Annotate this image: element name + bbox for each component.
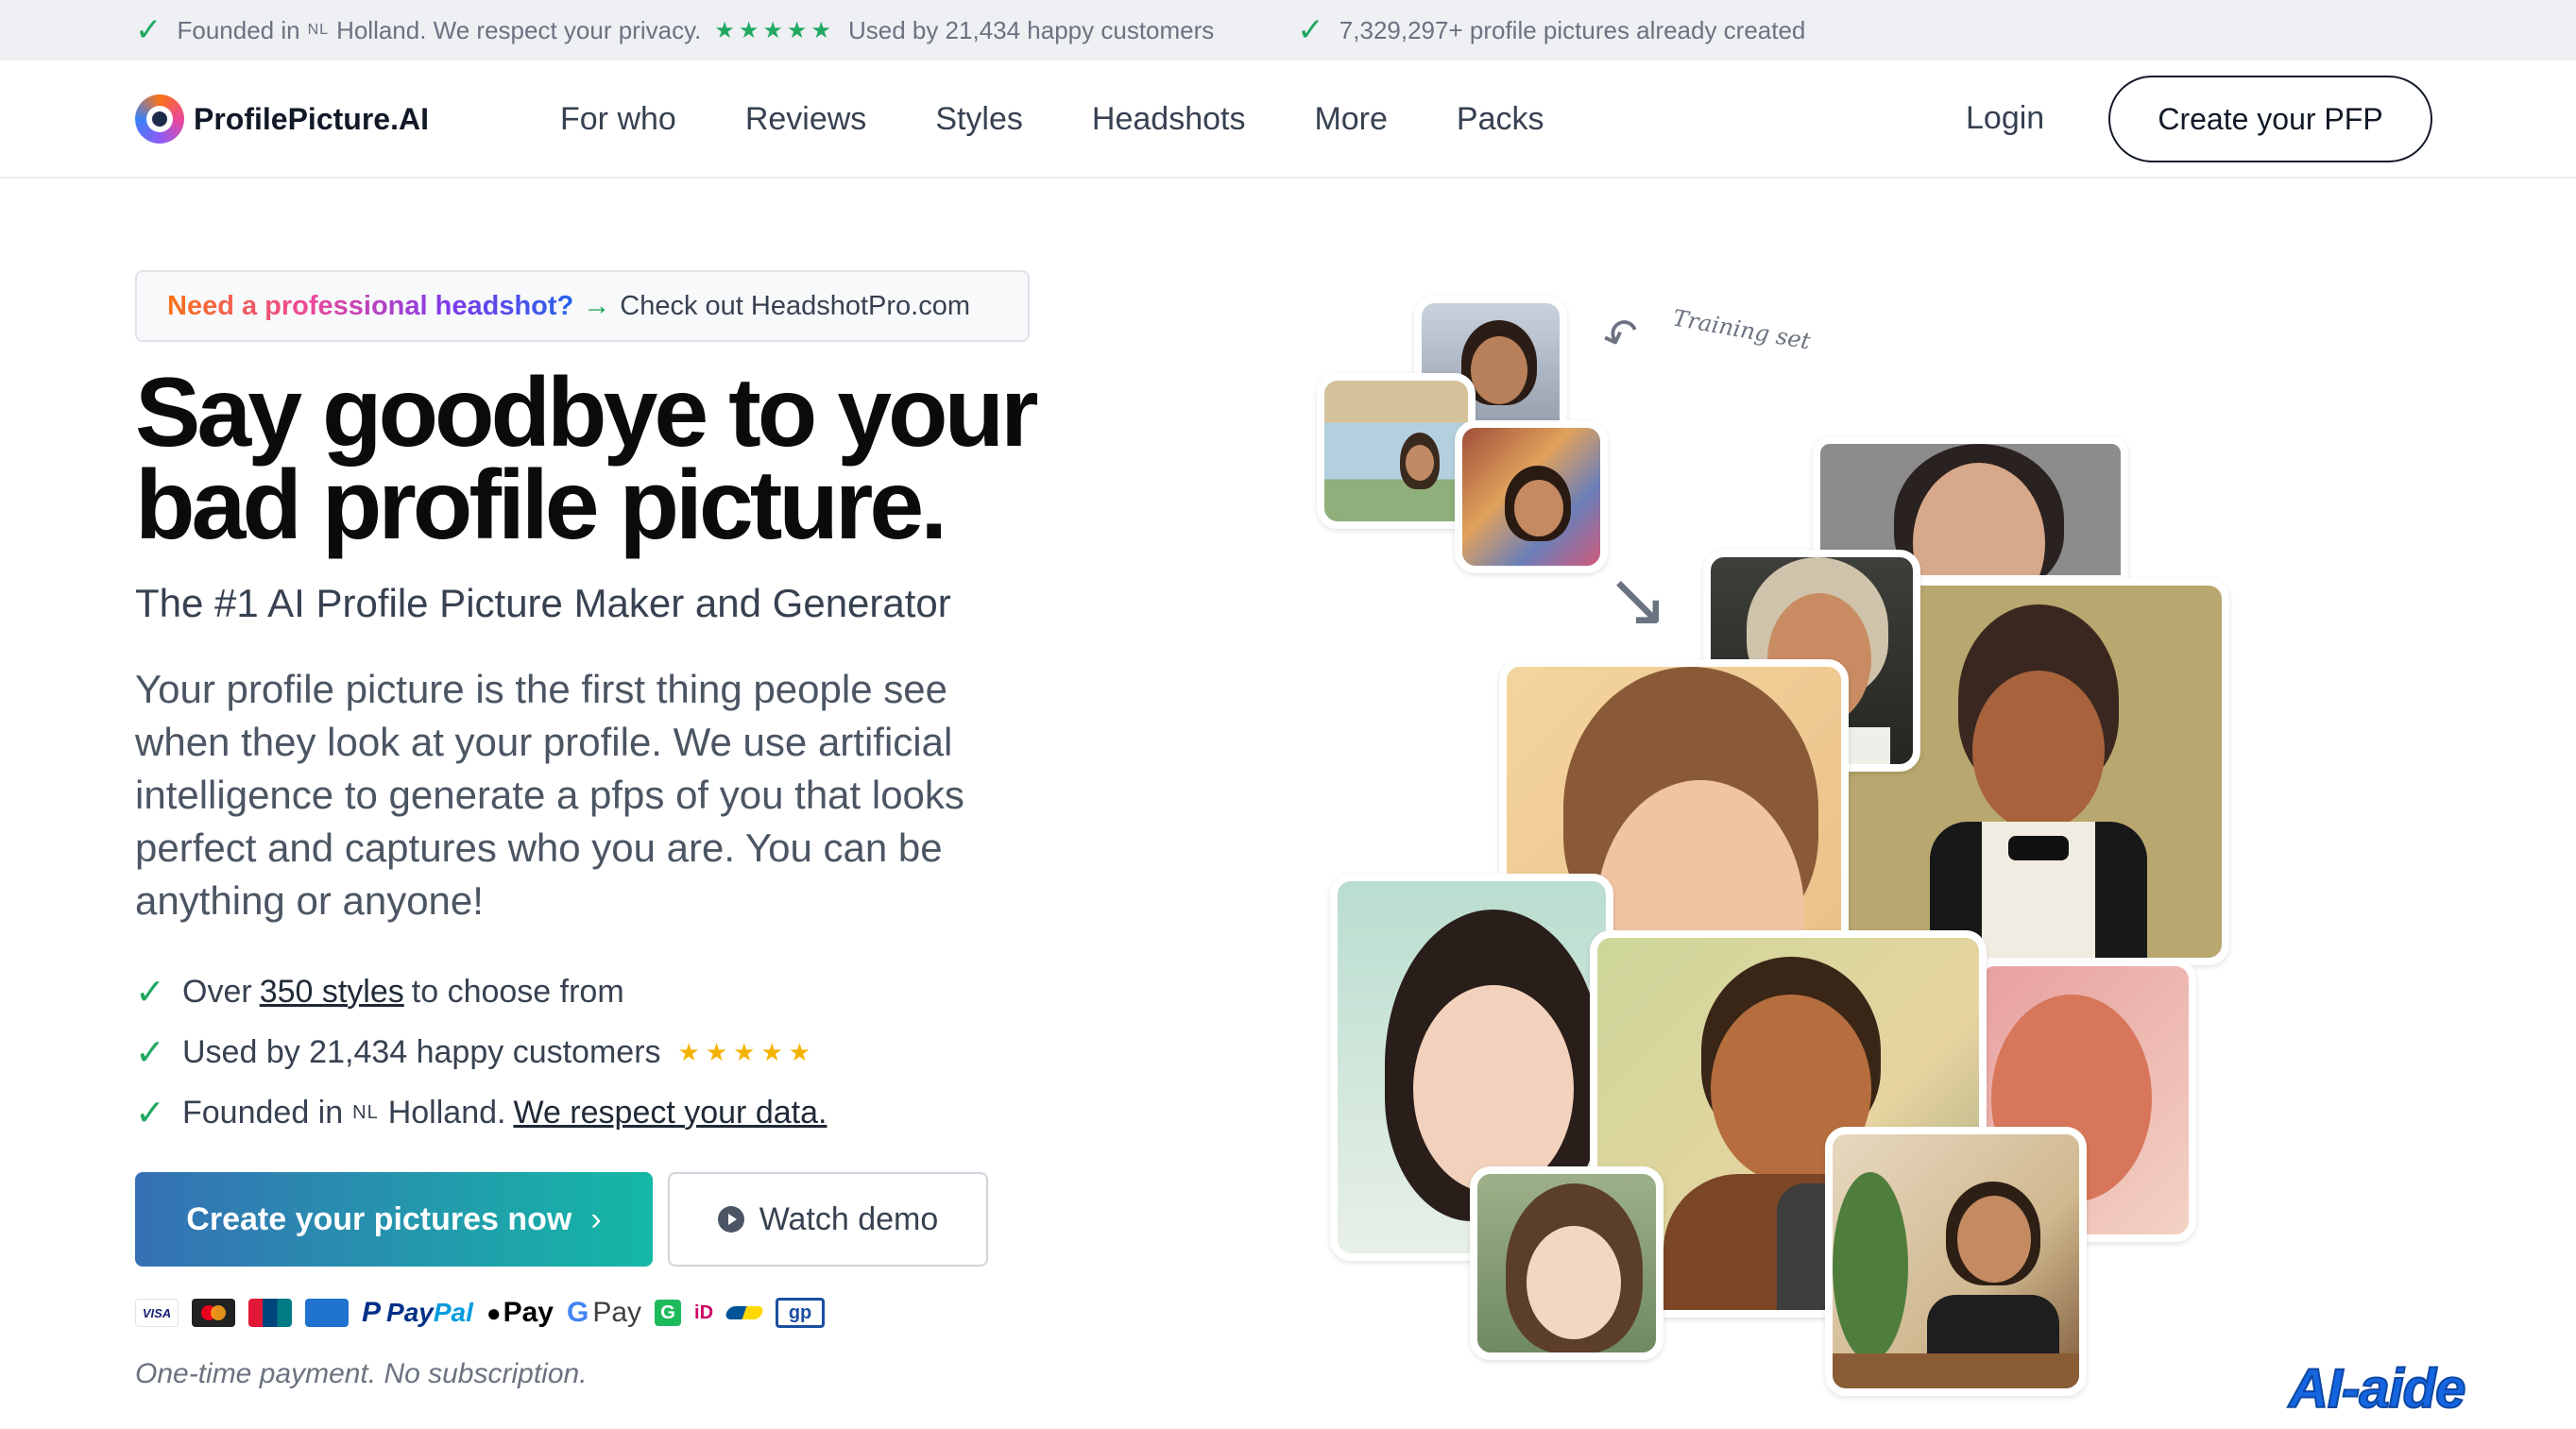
g-payment-icon: G [655,1300,682,1326]
bullet-text: Over [182,973,252,1010]
play-icon [717,1206,744,1233]
unionpay-icon [248,1299,292,1327]
watch-demo-label: Watch demo [759,1200,939,1237]
logo[interactable]: ProfilePicture.AI [135,94,429,144]
nav-packs[interactable]: Packs [1457,101,1544,138]
promo-highlight: Need a professional headshot? [167,290,574,321]
trust-created-count: 7,329,297+ profile pictures already crea… [1339,15,1806,44]
nav-more[interactable]: More [1314,101,1387,138]
bullet-text: Holland. [387,1094,506,1131]
watermark-logo: AI-aide [2288,1357,2466,1420]
headshot-promo-banner[interactable]: Need a professional headshot? → Check ou… [135,270,1030,342]
logo-text: ProfilePicture.AI [194,101,429,136]
hero-title-line2: bad profile picture. [135,451,947,560]
bullet-text: Founded in [182,1094,344,1131]
check-icon: ✓ [135,1032,165,1073]
generated-photo-cafe [1825,1127,2087,1396]
trust-founded: ✓ Founded in NL Holland. We respect your… [135,14,1214,46]
payment-methods: VISA P Pay Pal ● Pay G Pay G iD gp [135,1294,838,1332]
create-pictures-button[interactable]: Create your pictures now › [135,1172,653,1267]
trust-founded-suffix: Holland. We respect your privacy. [336,15,702,44]
ideal-icon: iD [694,1301,714,1323]
google-pay-icon: G Pay [566,1297,642,1328]
list-item: ✓ Over 350 styles to choose from [135,961,834,1022]
trust-created: ✓ 7,329,297+ profile pictures already cr… [1297,14,1805,46]
training-set-label: Training set [1670,304,1813,355]
list-item: ✓ Used by 21,434 happy customers ★★★★★ [135,1022,834,1082]
trust-used-by: Used by 21,434 happy customers [847,15,1215,44]
arrow-right-icon: → [583,290,611,321]
feature-list: ✓ Over 350 styles to choose from ✓ Used … [135,961,834,1143]
create-pfp-button[interactable]: Create your PFP [2108,76,2432,162]
create-pictures-label: Create your pictures now [186,1200,572,1237]
generated-photo-anime-brown [1470,1166,1663,1360]
hero-subtitle: The #1 AI Profile Picture Maker and Gene… [135,581,951,625]
nav-links: For who Reviews Styles Headshots More Pa… [560,60,1613,179]
nav-reviews[interactable]: Reviews [745,101,866,138]
trust-founded-prefix: Founded in [177,15,300,44]
camera-logo-icon [135,94,184,144]
curved-arrow-icon: ↶ [1595,305,1647,366]
apple-pay-icon: ● Pay [486,1297,554,1328]
trust-bar: ✓ Founded in NL Holland. We respect your… [0,0,2576,60]
styles-link[interactable]: 350 styles [260,974,404,1011]
rating-stars: ★★★★★ [714,17,835,43]
mastercard-icon [192,1299,235,1327]
training-photo-3 [1455,420,1608,573]
visa-icon: VISA [135,1299,179,1327]
nav-styles[interactable]: Styles [935,101,1023,138]
check-icon: ✓ [1297,12,1324,48]
training-photo-2 [1317,373,1476,529]
list-item: ✓ Founded in NL Holland. We respect your… [135,1082,834,1143]
check-icon: ✓ [135,12,162,48]
check-icon: ✓ [135,1093,165,1133]
nav-headshots[interactable]: Headshots [1092,101,1246,138]
paypal-icon: P Pay Pal [362,1297,473,1328]
nl-flag-label: NL [307,22,330,38]
rating-stars: ★★★★★ [677,1037,817,1066]
bullet-text: Used by 21,434 happy customers [182,1033,661,1070]
chevron-right-icon: › [590,1200,602,1237]
check-icon: ✓ [135,972,165,1012]
login-link[interactable]: Login [1966,100,2044,137]
hero-title: Say goodbye to your bad profile picture. [135,358,1080,560]
bancontact-icon [724,1306,765,1319]
main-nav: ProfilePicture.AI For who Reviews Styles… [0,60,2576,179]
giropay-icon: gp [776,1298,826,1328]
privacy-link[interactable]: We respect your data. [513,1095,827,1131]
arrow-down-right-icon: ↘ [1606,557,1670,641]
nl-flag-label: NL [352,1101,379,1123]
bullet-text: to choose from [411,973,624,1010]
payment-note: One-time payment. No subscription. [135,1358,588,1389]
amex-icon [305,1299,349,1327]
hero-paragraph: Your profile picture is the first thing … [135,667,964,923]
promo-text: Check out HeadshotPro.com [620,290,971,321]
watch-demo-button[interactable]: Watch demo [668,1172,988,1267]
hero-title-line1: Say goodbye to your [135,358,1039,468]
nav-for-who[interactable]: For who [560,101,676,138]
